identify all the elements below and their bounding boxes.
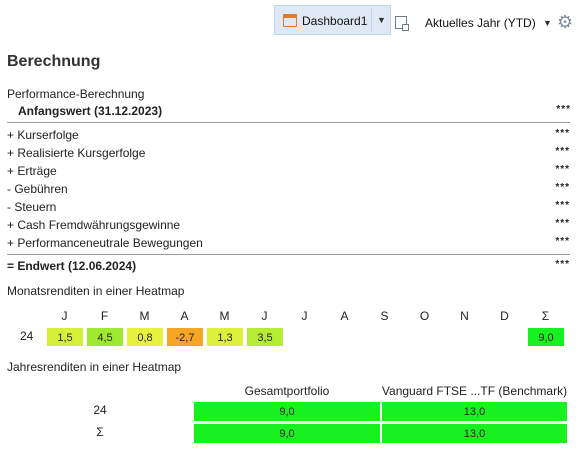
item-value: *** <box>555 200 570 211</box>
item-value: *** <box>555 182 570 193</box>
item-value: *** <box>555 218 570 229</box>
item-label: + Performanceneutrale Bewegungen <box>7 236 203 250</box>
heatmap-cell: 13,0 <box>381 401 568 422</box>
month-header: A <box>340 309 349 323</box>
item-label: - Gebühren <box>7 182 68 196</box>
month-header: O <box>419 309 430 323</box>
month-header: J <box>301 309 308 323</box>
month-header: M <box>139 309 150 323</box>
year-label: 24 <box>20 329 34 343</box>
row-label: Σ <box>96 425 104 439</box>
month-header: S <box>380 309 389 323</box>
item-label: + Kurserfolge <box>7 128 79 142</box>
performance-heading: Performance-Berechnung <box>7 87 145 101</box>
yearly-heatmap-heading: Jahresrenditen in einer Heatmap <box>7 360 182 374</box>
month-header: D <box>500 309 509 323</box>
list-item: + Performanceneutrale Bewegungen *** <box>7 236 572 254</box>
heatmap-cell: 9,0 <box>193 423 381 444</box>
toolbar: Dashboard1 ▼ Aktuelles Jahr (YTD) ▼ ⚙ <box>0 4 579 35</box>
document-icon[interactable] <box>395 16 409 31</box>
monthly-heatmap-heading: Monatsrenditen in einer Heatmap <box>7 284 185 298</box>
item-label: - Steuern <box>7 200 57 214</box>
list-item: + Realisierte Kursgerfolge *** <box>7 146 572 164</box>
dashboard-label: Dashboard1 <box>302 14 368 28</box>
divider <box>7 254 570 255</box>
heatmap-cell: -2,7 <box>166 327 204 347</box>
chevron-down-icon[interactable]: ▼ <box>377 15 386 25</box>
heatmap-cell: 9,0 <box>193 401 381 422</box>
gear-icon[interactable]: ⚙ <box>557 13 573 31</box>
chevron-down-icon[interactable]: ▼ <box>543 18 552 28</box>
item-label: + Erträge <box>7 164 57 178</box>
heatmap-cell: 1,3 <box>206 327 244 347</box>
list-item: + Kurserfolge *** <box>7 128 572 146</box>
page-title: Berechnung <box>7 53 101 70</box>
end-value: *** <box>555 259 570 270</box>
column-header: Gesamtportfolio <box>244 384 330 398</box>
month-header: F <box>100 309 109 323</box>
start-value-row: Anfangswert (31.12.2023) *** <box>18 104 572 122</box>
heatmap-cell: 4,5 <box>86 327 124 347</box>
item-value: *** <box>555 146 570 157</box>
item-value: *** <box>555 236 570 247</box>
period-selector[interactable]: Aktuelles Jahr (YTD) <box>425 16 536 30</box>
list-item: + Cash Fremdwährungsgewinne *** <box>7 218 572 236</box>
heatmap-cell: 0,8 <box>126 327 164 347</box>
dashboard-selector[interactable]: Dashboard1 ▼ <box>274 5 391 35</box>
item-value: *** <box>555 164 570 175</box>
list-item: - Gebühren *** <box>7 182 572 200</box>
month-header: J <box>61 309 68 323</box>
column-header: Vanguard FTSE ...TF (Benchmark) <box>381 384 568 398</box>
start-value: *** <box>556 104 571 115</box>
month-header: Σ <box>541 309 550 323</box>
month-header: N <box>460 309 469 323</box>
heatmap-cell: 9,0 <box>527 327 565 347</box>
item-label: + Cash Fremdwährungsgewinne <box>7 218 181 232</box>
end-value-row: = Endwert (12.06.2024) *** <box>7 259 572 277</box>
month-header: A <box>180 309 189 323</box>
end-value-label: = Endwert (12.06.2024) <box>7 259 137 273</box>
month-header: M <box>219 309 230 323</box>
list-item: - Steuern *** <box>7 200 572 218</box>
heatmap-cell: 1,5 <box>46 327 84 347</box>
item-value: *** <box>555 128 570 139</box>
item-label: + Realisierte Kursgerfolge <box>7 146 146 160</box>
row-label: 24 <box>93 403 107 417</box>
heatmap-cell: 13,0 <box>381 423 568 444</box>
calendar-icon <box>283 14 297 27</box>
heatmap-cell: 3,5 <box>246 327 284 347</box>
month-header: J <box>261 309 268 323</box>
start-value-label: Anfangswert (31.12.2023) <box>18 104 163 118</box>
divider <box>7 122 570 123</box>
list-item: + Erträge *** <box>7 164 572 182</box>
